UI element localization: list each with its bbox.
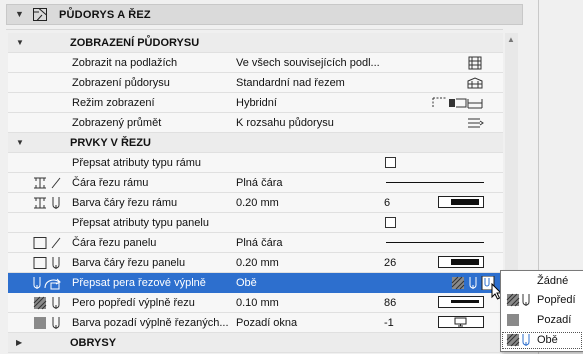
property-row[interactable]: Barva čáry řezu rámu 0.20 mm 6 xyxy=(8,193,503,213)
section-title: PŮDORYS A ŘEZ xyxy=(59,9,151,21)
property-value[interactable]: Obě xyxy=(236,277,257,289)
pen-number[interactable]: -1 xyxy=(384,317,394,329)
menu-item-background[interactable]: Pozadí xyxy=(501,311,583,330)
frame-line-icon xyxy=(31,176,67,190)
property-label: Zobrazený průmět xyxy=(72,117,162,129)
collapse-triangle-icon[interactable]: ▼ xyxy=(16,38,24,47)
property-value[interactable]: Plná čára xyxy=(236,177,282,189)
property-label: Čára řezu rámu xyxy=(72,177,149,189)
group-cut-elements[interactable]: ▼ PRVKY V ŘEZU xyxy=(8,133,503,153)
stories-icon[interactable] xyxy=(466,56,484,70)
property-label: Přepsat atributy typu panelu xyxy=(72,217,209,229)
menu-item-both[interactable]: Obě xyxy=(501,331,583,350)
pen-number[interactable]: 6 xyxy=(384,197,390,209)
display-mode-icon[interactable] xyxy=(432,96,484,110)
property-row[interactable]: Zobrazit na podlažích Ve všech souvisejí… xyxy=(8,53,503,73)
property-value[interactable]: 0.20 mm xyxy=(236,257,279,269)
group-title: ZOBRAZENÍ PŮDORYSU xyxy=(70,37,200,49)
pen-swatch[interactable] xyxy=(438,196,484,208)
window-background-swatch[interactable] xyxy=(438,316,484,328)
property-value[interactable]: Standardní nad řezem xyxy=(236,77,345,89)
pen-number[interactable]: 26 xyxy=(384,257,396,269)
expand-triangle-icon[interactable]: ▶ xyxy=(16,338,22,347)
override-fill-pens-icon xyxy=(31,276,67,290)
menu-item-label: Obě xyxy=(537,334,558,346)
projection-icon[interactable] xyxy=(466,116,484,130)
panel-pen-icon xyxy=(31,256,67,270)
background-pen-icon xyxy=(506,313,534,327)
property-row[interactable]: Zobrazený průmět K rozsahu půdorysu xyxy=(8,113,503,133)
property-row-selected[interactable]: Přepsat pera řezové výplně Obě xyxy=(8,273,503,293)
menu-item-label: Pozadí xyxy=(537,314,572,326)
line-type-preview xyxy=(386,242,484,243)
panel-line-icon xyxy=(31,236,67,250)
collapse-triangle-icon[interactable]: ▼ xyxy=(15,9,24,19)
section-header-floor-plan-and-section[interactable]: ▼ PŮDORYS A ŘEZ xyxy=(6,4,523,25)
property-label: Přepsat pera řezové výplně xyxy=(72,277,206,289)
property-row[interactable]: Čára řezu rámu Plná čára xyxy=(8,173,503,193)
property-row[interactable]: Režim zobrazení Hybridní xyxy=(8,93,503,113)
property-label: Pero popředí výplně řezu xyxy=(72,297,195,309)
menu-item-foreground[interactable]: Popředí xyxy=(501,291,583,310)
foreground-pen-icon xyxy=(506,293,534,307)
floor-plan-display-icon[interactable] xyxy=(466,76,484,90)
property-value[interactable]: 0.10 mm xyxy=(236,297,279,309)
property-value[interactable]: Plná čára xyxy=(236,237,282,249)
floor-plan-section-icon xyxy=(33,8,47,21)
pen-swatch[interactable] xyxy=(438,256,484,268)
fill-pens-popup-menu: Žádné Popředí Pozadí Obě xyxy=(500,270,583,352)
group-outlines[interactable]: ▶ OBRYSY xyxy=(8,333,503,353)
property-row[interactable]: Zobrazení půdorysu Standardní nad řezem xyxy=(8,73,503,93)
property-row[interactable]: Přepsat atributy typu panelu xyxy=(8,213,503,233)
pen-number[interactable]: 86 xyxy=(384,297,396,309)
property-row[interactable]: Barva čáry řezu panelu 0.20 mm 26 xyxy=(8,253,503,273)
property-label: Barva čáry řezu rámu xyxy=(72,197,178,209)
property-row[interactable]: Barva pozadí výplně řezaných... Pozadí o… xyxy=(8,313,503,333)
menu-item-none[interactable]: Žádné xyxy=(501,272,583,291)
property-value[interactable]: 0.20 mm xyxy=(236,197,279,209)
group-floor-plan-display[interactable]: ▼ ZOBRAZENÍ PŮDORYSU xyxy=(8,33,503,53)
menu-item-label: Popředí xyxy=(537,294,576,306)
property-label: Barva čáry řezu panelu xyxy=(72,257,186,269)
both-pens-icon xyxy=(506,333,534,347)
override-frame-checkbox[interactable] xyxy=(385,157,396,168)
property-row[interactable]: Přepsat atributy typu rámu xyxy=(8,153,503,173)
pen-swatch[interactable] xyxy=(438,296,484,308)
property-value[interactable]: K rozsahu půdorysu xyxy=(236,117,334,129)
property-row[interactable]: Čára řezu panelu Plná čára xyxy=(8,233,503,253)
divider xyxy=(6,29,503,30)
collapse-triangle-icon[interactable]: ▼ xyxy=(16,138,24,147)
property-label: Čára řezu panelu xyxy=(72,237,157,249)
fill-background-pen-icon xyxy=(31,316,67,330)
property-row[interactable]: Pero popředí výplně řezu 0.10 mm 86 xyxy=(8,293,503,313)
property-value[interactable]: Pozadí okna xyxy=(236,317,297,329)
frame-pen-icon xyxy=(31,196,67,210)
property-label: Barva pozadí výplně řezaných... xyxy=(72,317,229,329)
group-title: OBRYSY xyxy=(70,337,117,349)
property-label: Režim zobrazení xyxy=(72,97,155,109)
menu-item-label: Žádné xyxy=(537,275,569,287)
property-value[interactable]: Hybridní xyxy=(236,97,277,109)
property-label: Zobrazení půdorysu xyxy=(72,77,170,89)
fill-foreground-pen-icon xyxy=(31,296,67,310)
scroll-up-icon[interactable]: ▲ xyxy=(507,35,515,44)
property-label: Zobrazit na podlažích xyxy=(72,57,178,69)
property-label: Přepsat atributy typu rámu xyxy=(72,157,202,169)
group-title: PRVKY V ŘEZU xyxy=(70,137,151,149)
settings-panel: ▼ PŮDORYS A ŘEZ ▼ ZOBRAZENÍ PŮDORYSU Zob… xyxy=(0,0,583,354)
override-panel-checkbox[interactable] xyxy=(385,217,396,228)
property-value[interactable]: Ve všech souvisejících podl... xyxy=(236,57,380,69)
line-type-preview xyxy=(386,182,484,183)
